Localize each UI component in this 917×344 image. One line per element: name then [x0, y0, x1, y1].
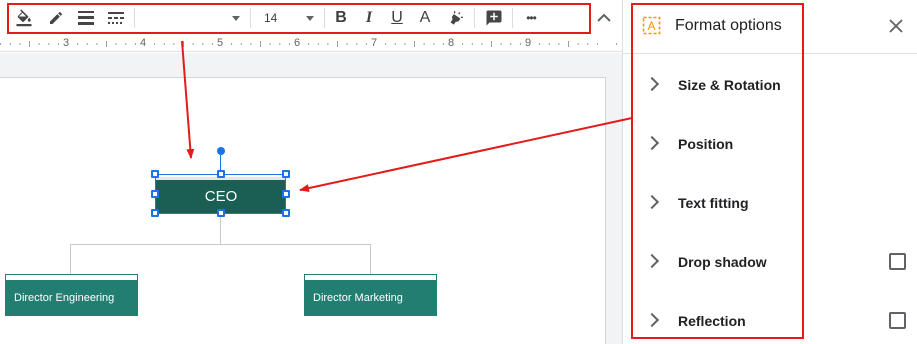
paint-bucket-icon — [16, 9, 32, 27]
resize-handle[interactable] — [282, 190, 290, 198]
org-node-director-marketing[interactable]: Director Marketing — [304, 274, 437, 316]
line-dash-icon — [108, 12, 124, 24]
panel-item-label: Position — [678, 136, 734, 152]
svg-text:A: A — [647, 19, 655, 33]
canvas-area: CEO Director Engineering Director Market… — [0, 53, 622, 344]
connector-line — [370, 244, 371, 274]
slide[interactable]: CEO Director Engineering Director Market… — [0, 77, 606, 344]
reflection-checkbox[interactable] — [889, 312, 906, 329]
panel-item-position[interactable]: Position — [623, 114, 917, 173]
border-color-button[interactable] — [44, 6, 68, 30]
toolbar-divider — [324, 8, 325, 28]
border-dash-button[interactable] — [104, 6, 128, 30]
resize-handle[interactable] — [282, 170, 290, 178]
rotation-handle[interactable] — [217, 147, 225, 155]
chevron-right-icon — [644, 135, 660, 151]
underline-button[interactable]: U — [386, 6, 408, 30]
hide-menus-button[interactable] — [592, 6, 616, 30]
org-node-label: Director Engineering — [14, 291, 115, 304]
font-family-dropdown[interactable] — [140, 6, 244, 30]
collapse-icon — [597, 13, 611, 22]
chevron-right-icon — [644, 253, 660, 269]
ruler-number: 4 — [140, 37, 147, 49]
resize-handle[interactable] — [151, 170, 159, 178]
ruler-number: 9 — [525, 37, 532, 49]
horizontal-ruler: 3 4 5 6 7 8 9 — [0, 36, 622, 52]
resize-handle[interactable] — [282, 209, 290, 217]
add-comment-icon — [486, 10, 502, 26]
panel-item-drop-shadow[interactable]: Drop shadow — [623, 232, 917, 291]
panel-item-label: Text fitting — [678, 195, 749, 211]
bold-button[interactable]: B — [330, 6, 352, 30]
chevron-right-icon — [644, 76, 660, 92]
org-node-label: Director Marketing — [313, 291, 403, 304]
selection-box — [155, 174, 286, 214]
ruler-number: 5 — [217, 37, 224, 49]
highlighter-icon — [450, 11, 463, 25]
toolbar: 14 B I U A ••• — [0, 0, 622, 36]
panel-item-label: Reflection — [678, 313, 746, 329]
fill-color-button[interactable] — [12, 6, 36, 30]
chevron-down-icon — [306, 15, 314, 21]
resize-handle[interactable] — [151, 209, 159, 217]
font-size-value: 14 — [264, 11, 278, 25]
org-node-director-engineering[interactable]: Director Engineering — [5, 274, 138, 316]
connector-line — [70, 244, 71, 274]
panel-item-text-fitting[interactable]: Text fitting — [623, 173, 917, 232]
panel-item-reflection[interactable]: Reflection — [623, 291, 917, 344]
panel-item-label: Size & Rotation — [678, 77, 781, 93]
panel-item-label: Drop shadow — [678, 254, 767, 270]
add-comment-button[interactable] — [482, 6, 506, 30]
connector-line — [70, 244, 371, 245]
toolbar-divider — [134, 8, 135, 28]
panel-header: A Format options — [623, 0, 917, 54]
ruler-number: 6 — [294, 37, 301, 49]
ruler-number: 3 — [63, 37, 70, 49]
ruler-number: 8 — [448, 37, 455, 49]
toolbar-divider — [250, 8, 251, 28]
drop-shadow-checkbox[interactable] — [889, 253, 906, 270]
connector-line — [220, 216, 221, 244]
chevron-right-icon — [644, 194, 660, 210]
format-text-icon: A — [642, 16, 661, 35]
resize-handle[interactable] — [151, 190, 159, 198]
toolbar-divider — [474, 8, 475, 28]
chevron-down-icon — [232, 15, 240, 21]
highlight-color-button[interactable] — [444, 6, 468, 30]
italic-button[interactable]: I — [358, 6, 380, 30]
toolbar-divider — [512, 8, 513, 28]
resize-handle[interactable] — [217, 170, 225, 178]
font-size-dropdown[interactable]: 14 — [258, 6, 318, 30]
text-color-button[interactable]: A — [414, 6, 436, 30]
border-weight-button[interactable] — [74, 6, 98, 30]
chevron-right-icon — [644, 312, 660, 328]
pencil-icon — [50, 12, 62, 24]
resize-handle[interactable] — [217, 209, 225, 217]
more-button[interactable]: ••• — [518, 6, 544, 30]
panel-title: Format options — [675, 17, 782, 34]
close-icon[interactable] — [889, 19, 903, 33]
ruler-number: 7 — [371, 37, 378, 49]
line-weight-icon — [78, 11, 94, 25]
panel-item-size-rotation[interactable]: Size & Rotation — [623, 55, 917, 114]
format-options-panel: A Format options Size & Rotation Positio… — [622, 0, 917, 344]
